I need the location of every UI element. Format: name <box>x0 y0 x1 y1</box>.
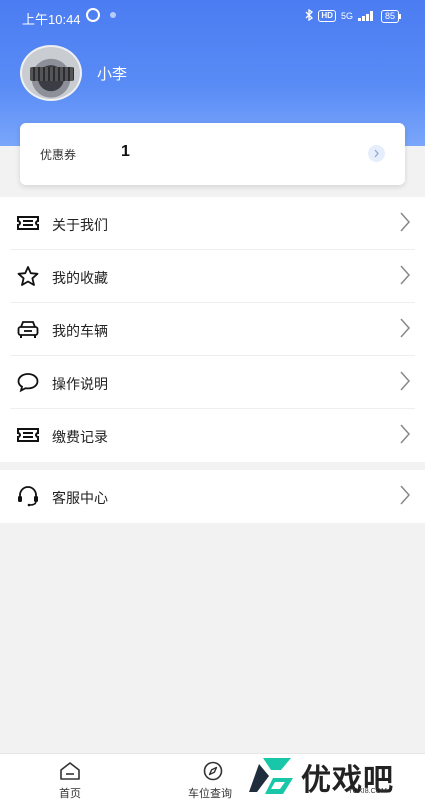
car-icon <box>16 318 40 340</box>
tab-parking-search[interactable]: 车位查询 <box>186 754 242 800</box>
battery-icon: 85 <box>380 9 402 23</box>
status-bar: 上午10:44 HD 5G 85 <box>0 0 425 34</box>
coupon-label: 优惠券 <box>40 148 77 162</box>
tab-home[interactable]: 首页 <box>44 754 96 800</box>
bluetooth-icon <box>305 8 314 23</box>
chevron-right-icon <box>399 485 411 510</box>
support-section: 客服中心 <box>0 470 425 523</box>
menu-item-label: 操作说明 <box>52 376 108 392</box>
menu-item-vehicles[interactable]: 我的车辆 <box>0 303 425 356</box>
menu-item-customer-service[interactable]: 客服中心 <box>0 470 425 523</box>
watermark-logo-icon <box>245 754 297 800</box>
watermark: 优戏吧 YOXI8.COM <box>245 752 425 800</box>
username: 小李 <box>97 66 128 83</box>
tab-label: 车位查询 <box>188 788 232 800</box>
ticket-icon <box>16 424 40 446</box>
menu-item-payment-records[interactable]: 缴费记录 <box>0 409 425 462</box>
chevron-right-icon <box>399 318 411 343</box>
coupon-card[interactable]: 优惠券 1 <box>20 123 405 185</box>
status-time: 上午10:44 <box>22 12 81 27</box>
chevron-right-icon <box>399 424 411 449</box>
alarm-icon <box>86 8 100 22</box>
menu-item-label: 缴费记录 <box>52 429 108 445</box>
avatar[interactable] <box>20 45 82 101</box>
compass-icon <box>202 761 224 786</box>
chat-bubble-icon <box>16 371 40 393</box>
menu-item-about[interactable]: 关于我们 <box>0 197 425 250</box>
chevron-right-icon[interactable] <box>368 145 385 162</box>
notification-dot-icon <box>110 12 116 18</box>
headset-icon <box>16 485 40 507</box>
signal-icon <box>357 11 376 21</box>
watermark-url: YOXI8.COM <box>348 788 387 795</box>
menu-item-label: 客服中心 <box>52 490 108 506</box>
ticket-icon <box>16 212 40 234</box>
network-label: 5G <box>340 11 353 21</box>
chevron-right-icon <box>399 212 411 237</box>
chevron-right-icon <box>399 265 411 290</box>
menu-item-instructions[interactable]: 操作说明 <box>0 356 425 409</box>
avatar-keyboard-photo <box>30 67 74 81</box>
coupon-count: 1 <box>121 143 130 160</box>
menu-item-label: 关于我们 <box>52 217 108 233</box>
menu-item-label: 我的车辆 <box>52 323 108 339</box>
menu-list: 关于我们 我的收藏 我的车辆 操作说明 缴费记录 <box>0 197 425 462</box>
chevron-right-icon <box>399 371 411 396</box>
menu-item-label: 我的收藏 <box>52 270 108 286</box>
star-icon <box>16 265 40 287</box>
hd-badge: HD <box>318 10 336 22</box>
tab-label: 首页 <box>59 788 81 800</box>
home-icon <box>59 761 81 786</box>
menu-item-favorites[interactable]: 我的收藏 <box>0 250 425 303</box>
